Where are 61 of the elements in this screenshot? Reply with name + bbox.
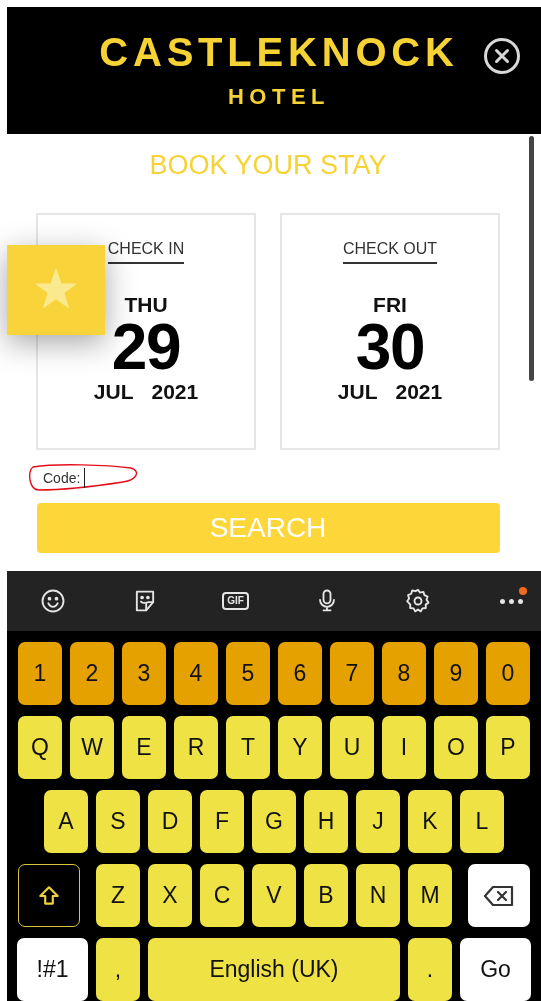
letter-key[interactable]: F (200, 790, 244, 853)
code-label: Code: (43, 468, 81, 488)
number-key[interactable]: 2 (70, 642, 114, 705)
number-key[interactable]: 3 (122, 642, 166, 705)
gif-button[interactable]: GIF (222, 592, 249, 611)
letter-key[interactable]: . (408, 938, 452, 1001)
letter-key[interactable]: Z (96, 864, 140, 927)
letter-key[interactable]: I (382, 716, 426, 779)
letter-key[interactable]: S (96, 790, 140, 853)
booking-title: BOOK YOUR STAY (149, 151, 387, 179)
letter-key[interactable]: , (96, 938, 140, 1001)
letter-key[interactable]: U (330, 716, 374, 779)
letter-key[interactable]: N (356, 864, 400, 927)
letter-key[interactable]: P (486, 716, 530, 779)
letter-key[interactable]: T (226, 716, 270, 779)
hotel-logo-subtitle: HOTEL (227, 86, 331, 109)
letter-key[interactable]: D (148, 790, 192, 853)
month: JUL (93, 380, 134, 402)
letter-key[interactable]: B (304, 864, 348, 927)
number-key[interactable]: 1 (18, 642, 62, 705)
day-number: 29 (111, 314, 181, 379)
day-number: 30 (355, 314, 425, 379)
letter-key[interactable]: E (122, 716, 166, 779)
letter-key[interactable]: M (408, 864, 452, 927)
letter-key[interactable]: G (252, 790, 296, 853)
close-icon[interactable] (483, 37, 521, 75)
letter-key[interactable]: Q (18, 716, 62, 779)
shift-key[interactable] (18, 864, 80, 927)
year: 2021 (151, 380, 199, 402)
weekday: THU (124, 293, 168, 315)
letter-key[interactable]: O (434, 716, 478, 779)
space-key[interactable]: English (UK) (148, 938, 400, 1001)
hotel-logo-title: CASTLEKNOCK (99, 32, 459, 73)
letter-key[interactable]: Y (278, 716, 322, 779)
go-key[interactable]: Go (460, 938, 531, 1001)
number-key[interactable]: 9 (434, 642, 478, 705)
letter-key[interactable]: A (44, 790, 88, 853)
letter-key[interactable]: J (356, 790, 400, 853)
backspace-icon (483, 883, 515, 908)
letter-key[interactable]: W (70, 716, 114, 779)
number-key[interactable]: 4 (174, 642, 218, 705)
month: JUL (337, 380, 378, 402)
letter-key[interactable]: K (408, 790, 452, 853)
backspace-key[interactable] (468, 864, 530, 927)
symbols-key[interactable]: !#1 (17, 938, 88, 1001)
letter-key[interactable]: C (200, 864, 244, 927)
date-label: CHECK OUT (342, 240, 438, 264)
date-label: CHECK IN (107, 240, 185, 264)
letter-key[interactable]: H (304, 790, 348, 853)
year: 2021 (395, 380, 443, 402)
number-key[interactable]: 7 (330, 642, 374, 705)
number-key[interactable]: 6 (278, 642, 322, 705)
letter-key[interactable]: R (174, 716, 218, 779)
number-key[interactable]: 5 (226, 642, 270, 705)
number-key[interactable]: 0 (486, 642, 530, 705)
weekday: FRI (373, 293, 407, 315)
letter-key[interactable]: L (460, 790, 504, 853)
letter-key[interactable]: X (148, 864, 192, 927)
letter-key[interactable]: V (252, 864, 296, 927)
date-card[interactable]: CHECK OUT FRI 30 JUL 2021 (280, 212, 500, 450)
number-key[interactable]: 8 (382, 642, 426, 705)
